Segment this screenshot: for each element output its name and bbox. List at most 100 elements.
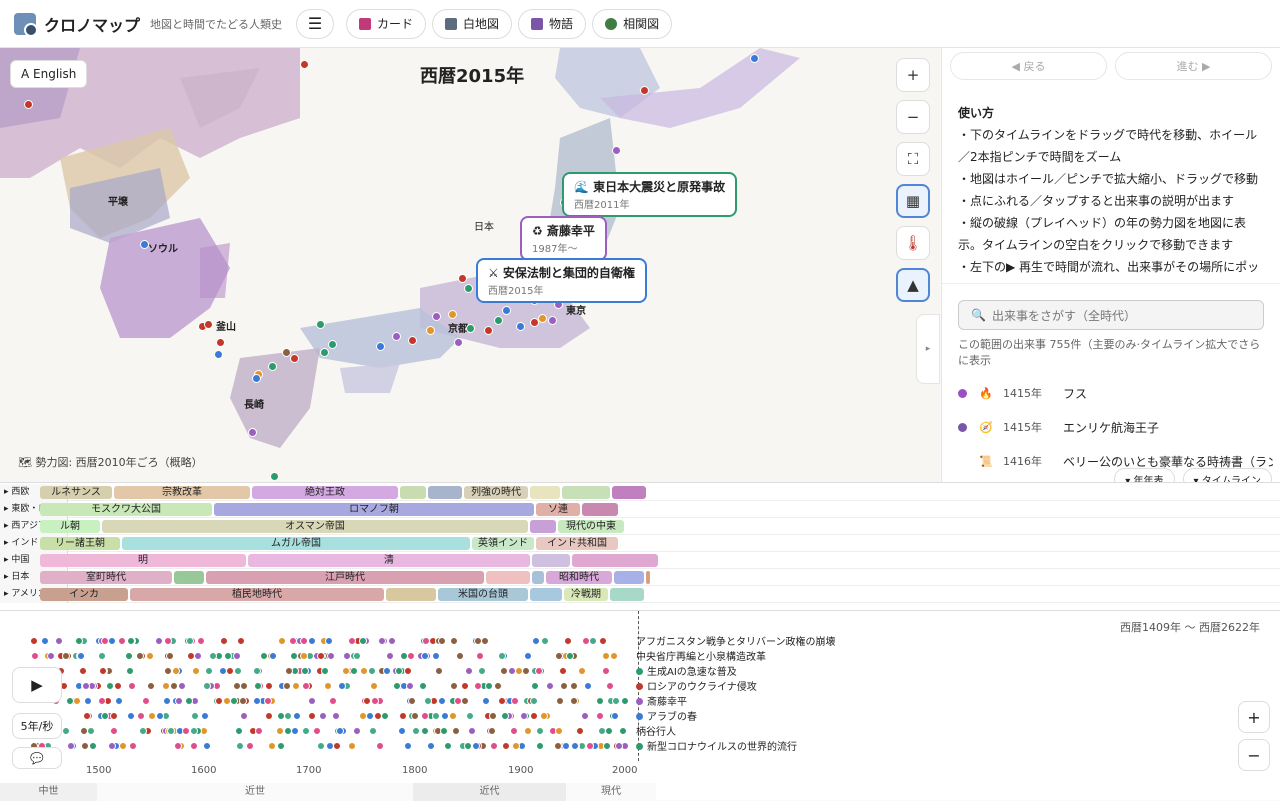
timeline-event-dot[interactable] <box>323 682 332 690</box>
map-event-dot[interactable] <box>214 350 223 359</box>
map-event-dot[interactable] <box>408 336 417 345</box>
period-bar[interactable] <box>530 588 562 601</box>
period-bar[interactable]: インド共和国 <box>536 537 618 550</box>
timeline-event-dot[interactable] <box>399 712 408 720</box>
timeline-event-dot[interactable] <box>408 697 417 705</box>
timeline-event-dot[interactable] <box>202 682 211 690</box>
event-search-input[interactable]: 🔍 出来事をさがす（全時代） <box>958 300 1264 330</box>
timeline-event-dot[interactable] <box>497 697 506 705</box>
map-area[interactable]: A English 西暦2015年 平壌 ソウル 釜山 長崎 東京 京都 日本 … <box>0 48 940 482</box>
timeline-event-dot[interactable] <box>467 727 476 735</box>
period-bar[interactable] <box>400 486 426 499</box>
timeline-event-dot[interactable] <box>189 742 198 750</box>
timeline-event-dot[interactable] <box>358 637 367 645</box>
period-bar[interactable] <box>486 571 530 584</box>
timeline-event-dot[interactable] <box>124 652 133 660</box>
timeline-event-dot[interactable] <box>73 697 82 705</box>
forward-button[interactable]: 進む ▶ <box>1115 52 1272 80</box>
period-bar[interactable]: 宗教改革 <box>114 486 250 499</box>
timeline-event-dot[interactable] <box>383 667 392 675</box>
timeline-event-dot[interactable] <box>554 742 563 750</box>
period-bar[interactable]: 米国の台頭 <box>438 588 528 601</box>
timeline-event-dot[interactable] <box>40 637 49 645</box>
timeline-event-dot[interactable] <box>609 652 618 660</box>
timeline-event-dot[interactable] <box>575 727 584 735</box>
timeline-event-dot[interactable] <box>530 697 539 705</box>
timeline-event-dot[interactable] <box>54 637 63 645</box>
fullscreen-button[interactable]: ⛶ <box>896 142 930 176</box>
period-bar[interactable]: ムガル帝国 <box>122 537 470 550</box>
timeline-event-dot[interactable] <box>563 637 572 645</box>
timeline-event-dot[interactable] <box>148 712 157 720</box>
period-bar[interactable]: ロマノフ朝 <box>214 503 534 516</box>
timeline-event-dot[interactable] <box>488 727 497 735</box>
timeline-event-dot[interactable] <box>109 727 118 735</box>
timeline-event-dot[interactable] <box>404 667 413 675</box>
timeline-event-dot[interactable] <box>268 652 277 660</box>
terrain-layer-button[interactable]: ▲ <box>896 268 930 302</box>
timeline-event-dot[interactable] <box>387 637 396 645</box>
timeline-event-dot[interactable] <box>162 682 170 690</box>
timeline-event-dot[interactable] <box>461 697 470 705</box>
timeline-event-dot[interactable] <box>494 682 503 690</box>
timeline-event-dot[interactable] <box>239 712 248 720</box>
period-bar[interactable] <box>572 554 658 567</box>
timeline-event-dot[interactable] <box>539 712 548 720</box>
timeline-event-dot[interactable] <box>106 682 115 690</box>
timeline-event-dot[interactable] <box>293 712 301 720</box>
timeline-event-dot[interactable] <box>146 652 155 660</box>
timeline-event-dot[interactable] <box>184 697 193 705</box>
timeline-event-dot[interactable] <box>226 667 235 675</box>
timeline-event-dot[interactable] <box>554 727 563 735</box>
speed-button[interactable]: 5年/秒 <box>12 713 62 739</box>
timeline-event-dot[interactable] <box>67 742 76 750</box>
timeline-event-dot[interactable] <box>118 637 127 645</box>
period-bar[interactable] <box>614 571 644 584</box>
zoom-out-button[interactable]: − <box>896 100 930 134</box>
timeline-event-dot[interactable] <box>65 697 74 705</box>
map-event-dot[interactable] <box>750 54 759 63</box>
timeline-event-dot[interactable] <box>359 667 368 675</box>
back-button[interactable]: ◀ 戻る <box>950 52 1107 80</box>
menu-button[interactable]: ☰ <box>296 8 335 39</box>
timeline-event-dot[interactable] <box>165 652 174 660</box>
timeline-event-label[interactable]: 柄谷行人 <box>636 723 676 738</box>
period-bar[interactable]: 列強の時代 <box>464 486 528 499</box>
timeline-event-dot[interactable] <box>234 727 243 735</box>
timeline-event-dot[interactable] <box>277 742 286 750</box>
timeline-event-dot[interactable] <box>126 667 135 675</box>
timeline-event-dot[interactable] <box>260 652 269 660</box>
timeline-event-dot[interactable] <box>320 667 329 675</box>
period-bar[interactable] <box>582 503 618 516</box>
timeline-event-dot[interactable] <box>406 682 415 690</box>
map-event-dot[interactable] <box>458 274 467 283</box>
timeline-event-dot[interactable] <box>31 652 40 660</box>
map-event-dot[interactable] <box>290 354 299 363</box>
period-bar[interactable] <box>532 554 570 567</box>
timeline-event-dot[interactable] <box>114 682 123 690</box>
timeline-event-dot[interactable] <box>464 742 473 750</box>
timeline-event-dot[interactable] <box>456 652 465 660</box>
timeline-event-dot[interactable] <box>264 712 273 720</box>
timeline-event-dot[interactable] <box>478 667 487 675</box>
timeline-event-dot[interactable] <box>268 742 277 750</box>
timeline-event-dot[interactable] <box>541 637 550 645</box>
timeline-event-dot[interactable] <box>263 697 272 705</box>
period-bar[interactable]: 室町時代 <box>40 571 172 584</box>
period-bar[interactable] <box>532 571 544 584</box>
timeline-event-dot[interactable] <box>186 637 195 645</box>
timeline-event-dot[interactable] <box>81 682 90 690</box>
timeline-event-dot[interactable] <box>89 742 98 750</box>
timeline-event-dot[interactable] <box>276 727 285 735</box>
map-event-dot[interactable] <box>328 340 337 349</box>
period-bar[interactable]: ソ連 <box>536 503 580 516</box>
timeline-event-dot[interactable] <box>163 697 172 705</box>
timeline-event-dot[interactable] <box>119 742 128 750</box>
period-bar[interactable]: リー諸王朝 <box>40 537 120 550</box>
timeline-event-label[interactable]: 新型コロナウイルスの世界的流行 <box>636 738 797 753</box>
period-bar[interactable]: 英領インド <box>472 537 534 550</box>
timeline-event-label[interactable]: ロシアのウクライナ侵攻 <box>636 678 757 693</box>
timeline-event-dot[interactable] <box>407 652 416 660</box>
timeline-event-dot[interactable] <box>555 697 564 705</box>
timeline-event-dot[interactable] <box>438 697 447 705</box>
